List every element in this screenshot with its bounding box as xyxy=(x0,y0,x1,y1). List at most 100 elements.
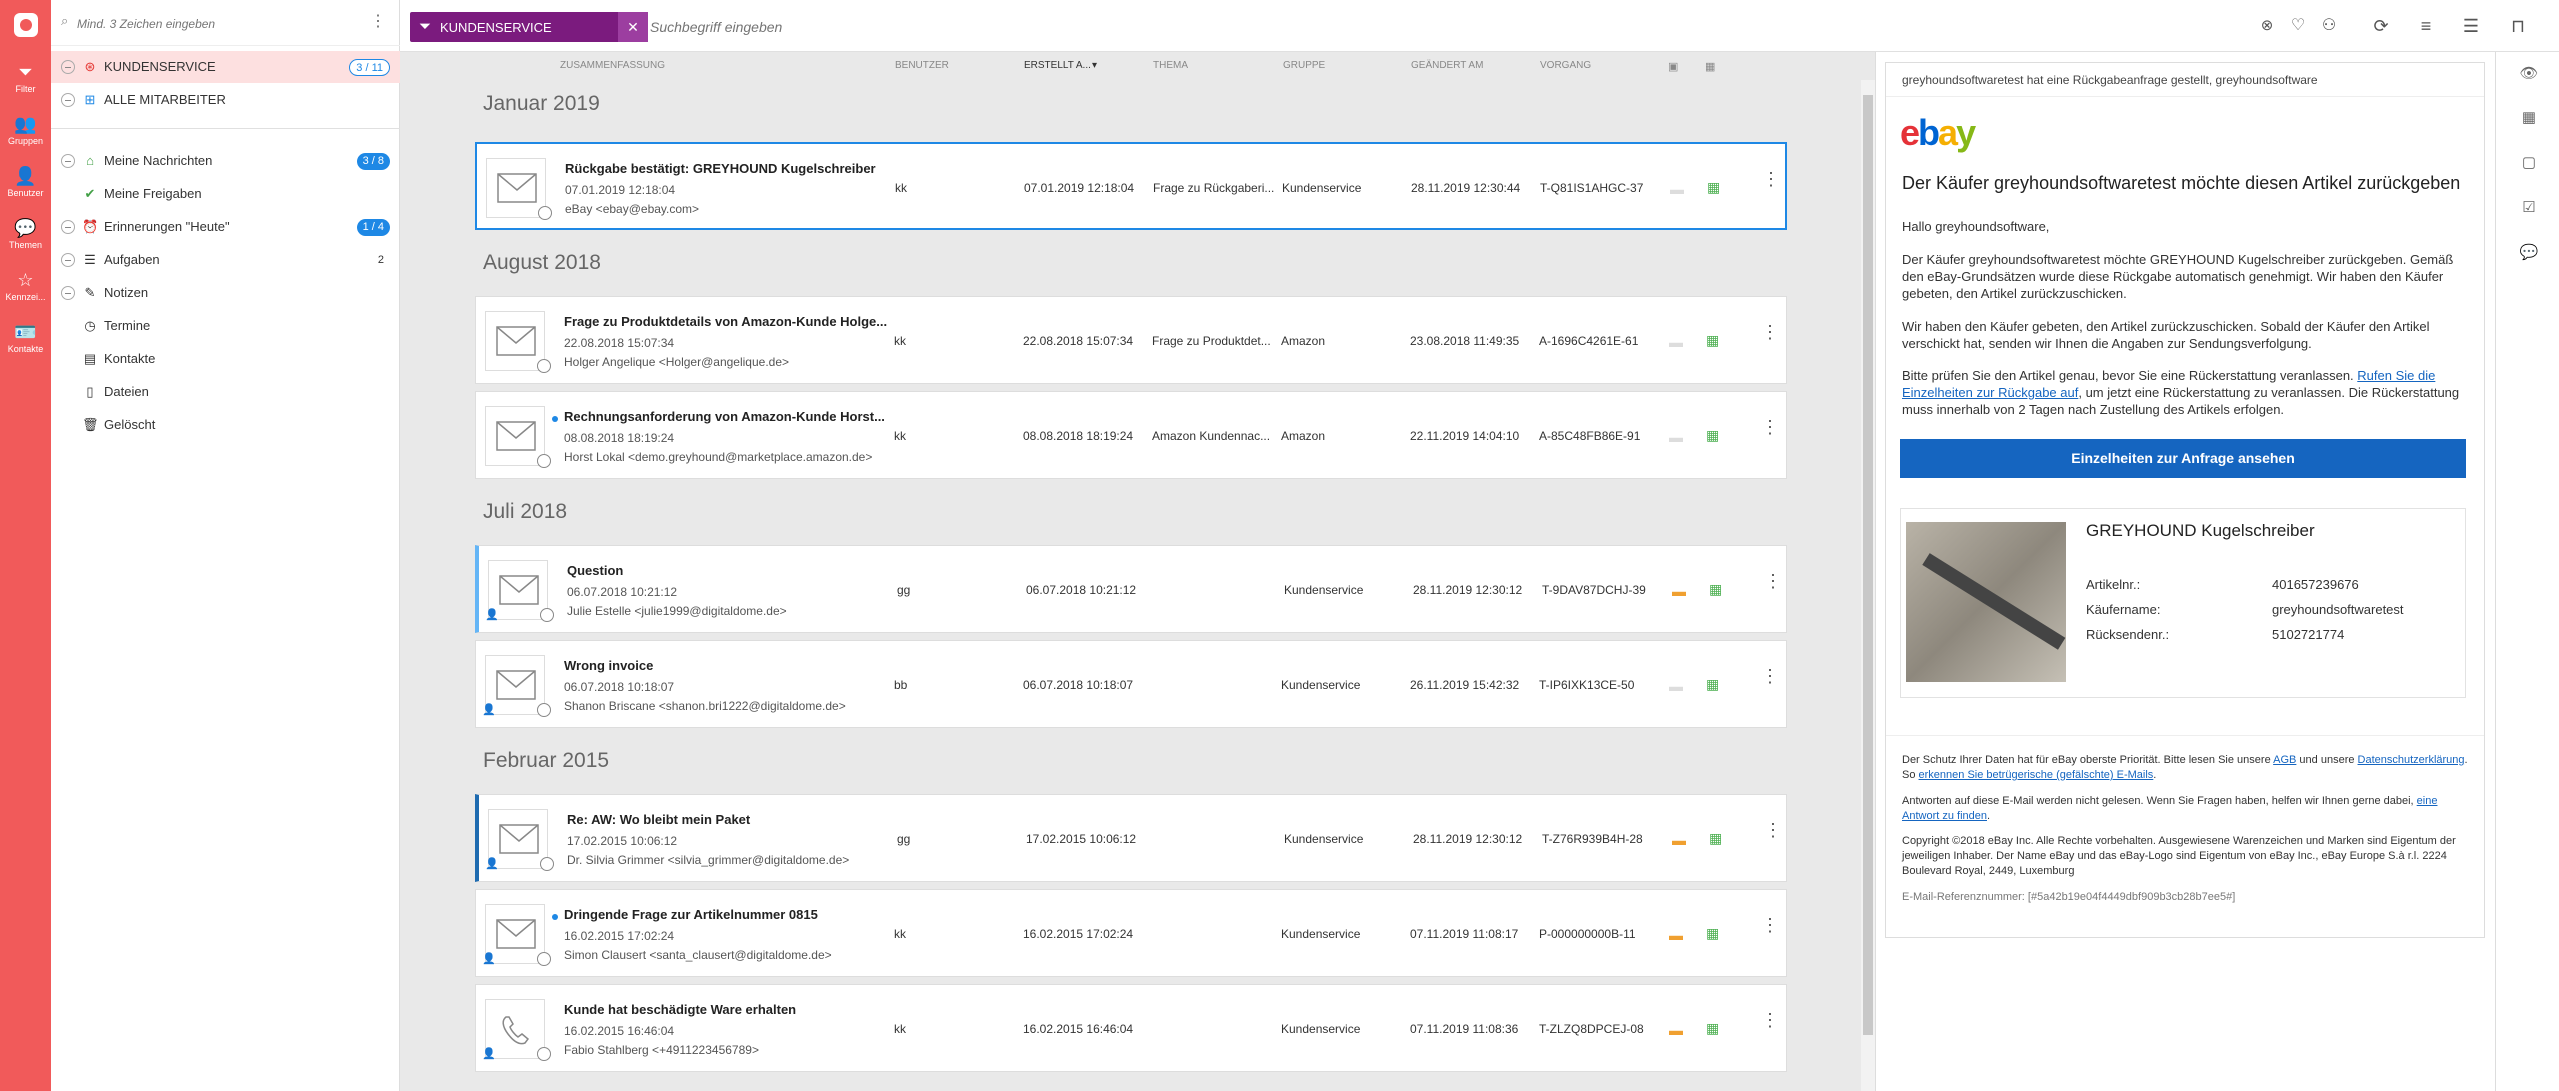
more-icon[interactable]: ⋮ xyxy=(1761,418,1779,436)
sidebar-search-input[interactable] xyxy=(77,14,357,34)
rail-topics[interactable]: 💬 Themen xyxy=(0,218,51,250)
heart-icon[interactable]: ♡ xyxy=(2285,13,2311,39)
calendar-icon[interactable]: ▦ xyxy=(1706,676,1719,693)
comment-col-icon[interactable]: ▣ xyxy=(1668,60,1678,73)
message-row[interactable]: 👤 Dringende Frage zur Artikelnummer 0815 1… xyxy=(475,889,1787,977)
status-circle-icon[interactable] xyxy=(537,952,551,966)
comment-icon[interactable]: ▢ xyxy=(2518,153,2540,175)
tasks-icon[interactable]: ☑ xyxy=(2518,198,2540,220)
status-circle-icon[interactable] xyxy=(537,1047,551,1061)
sidebar-item-nachrichten[interactable]: ⌂ Meine Nachrichten 3 / 8 xyxy=(51,145,400,177)
calendar-icon[interactable]: ▦ xyxy=(1706,427,1719,444)
comment-icon[interactable]: ▬ xyxy=(1672,832,1686,848)
comment-icon[interactable]: ▬ xyxy=(1669,1022,1683,1038)
col-group[interactable]: GRUPPE xyxy=(1283,60,1325,71)
row-created: 16.02.2015 16:46:04 xyxy=(1023,1022,1134,1036)
sidebar-item-geloescht[interactable]: 🗑 Gelöscht xyxy=(51,409,400,441)
message-row[interactable]: 👤 Question 06.07.2018 10:21:12 Julie Estell… xyxy=(475,545,1787,633)
col-created[interactable]: ERSTELLT A... xyxy=(1024,60,1091,71)
calendar-icon[interactable]: ▦ xyxy=(1706,925,1719,942)
scrollbar-thumb[interactable] xyxy=(1863,95,1873,1035)
sidebar-item-freigaben[interactable]: ✔ Meine Freigaben xyxy=(51,178,400,210)
chat-icon[interactable]: 💬 xyxy=(2518,243,2540,265)
more-icon[interactable]: ⋮ xyxy=(370,11,386,31)
more-icon[interactable]: ⋮ xyxy=(1762,170,1780,188)
comment-icon[interactable]: ▬ xyxy=(1669,334,1683,350)
menu-icon[interactable]: ☰ xyxy=(2458,13,2484,39)
status-circle-icon[interactable] xyxy=(537,359,551,373)
rail-filter[interactable]: ⏷ Filter xyxy=(0,62,51,94)
app-logo-icon[interactable] xyxy=(14,13,38,37)
sidebar-item-erinnerungen[interactable]: ⏰ Erinnerungen "Heute" 1 / 4 xyxy=(51,211,400,243)
refresh-icon[interactable]: ⟳ xyxy=(2368,13,2394,39)
more-icon[interactable]: ⋮ xyxy=(1761,916,1779,934)
phishing-link[interactable]: erkennen Sie betrügerische (gefälschte) … xyxy=(1919,769,2154,781)
col-changed[interactable]: GEÄNDERT AM xyxy=(1411,60,1483,71)
collapse-icon[interactable] xyxy=(61,286,75,300)
message-row[interactable]: Rechnungsanforderung von Amazon-Kunde Ho… xyxy=(475,391,1787,479)
more-icon[interactable]: ⋮ xyxy=(1761,667,1779,685)
more-icon[interactable]: ⋮ xyxy=(1761,323,1779,341)
status-circle-icon[interactable] xyxy=(540,857,554,871)
row-user: kk xyxy=(894,1022,906,1036)
status-circle-icon[interactable] xyxy=(538,206,552,220)
collapse-icon[interactable] xyxy=(61,154,75,168)
calendar-icon[interactable]: ▦ xyxy=(1709,830,1722,847)
sidebar-item-alle-mitarbeiter[interactable]: ⊞ ALLE MITARBEITER xyxy=(51,84,400,116)
more-icon[interactable]: ⋮ xyxy=(1761,1011,1779,1029)
sidebar-item-termine[interactable]: ◷ Termine xyxy=(51,310,400,342)
layout-icon[interactable]: ⊓ xyxy=(2505,13,2531,39)
col-topic[interactable]: THEMA xyxy=(1153,60,1188,71)
section-header: August 2018 xyxy=(483,251,601,274)
search-input[interactable] xyxy=(650,13,1250,41)
clear-search-icon[interactable]: ⊗ xyxy=(2254,13,2280,39)
collapse-icon[interactable] xyxy=(61,220,75,234)
more-icon[interactable]: ⋮ xyxy=(1764,821,1782,839)
status-circle-icon[interactable] xyxy=(537,454,551,468)
col-user[interactable]: BENUTZER xyxy=(895,60,949,71)
calendar-col-icon[interactable]: ▦ xyxy=(1705,60,1715,73)
list-scrollbar[interactable] xyxy=(1861,80,1875,1091)
calendar-icon[interactable]: ▦ xyxy=(2518,108,2540,130)
sidebar-item-notizen[interactable]: ✎ Notizen xyxy=(51,277,400,309)
col-process[interactable]: VORGANG xyxy=(1540,60,1591,71)
comment-icon[interactable]: ▬ xyxy=(1669,429,1683,445)
rail-user[interactable]: 👤 Benutzer xyxy=(0,166,51,198)
message-row[interactable]: Frage zu Produktdetails von Amazon-Kunde… xyxy=(475,296,1787,384)
calendar-icon[interactable]: ▦ xyxy=(1706,1020,1719,1037)
agb-link[interactable]: AGB xyxy=(2273,754,2296,766)
sidebar-item-aufgaben[interactable]: ☰ Aufgaben 2 xyxy=(51,244,400,276)
user-filter-icon[interactable]: ⚇ xyxy=(2316,13,2342,39)
sidebar-item-dateien[interactable]: ▯ Dateien xyxy=(51,376,400,408)
rail-contacts[interactable]: 🪪 Kontakte xyxy=(0,322,51,354)
collapse-icon[interactable] xyxy=(61,253,75,267)
view-request-button[interactable]: Einzelheiten zur Anfrage ansehen xyxy=(1900,439,2466,478)
collapse-icon[interactable] xyxy=(61,60,75,74)
status-circle-icon[interactable] xyxy=(537,703,551,717)
sort-icon[interactable]: ≡ xyxy=(2413,13,2439,39)
row-user: kk xyxy=(894,927,906,941)
calendar-icon[interactable]: ▦ xyxy=(1706,332,1719,349)
close-icon[interactable]: ✕ xyxy=(618,12,648,42)
collapse-icon[interactable] xyxy=(61,93,75,107)
comment-icon[interactable]: ▬ xyxy=(1672,583,1686,599)
status-circle-icon[interactable] xyxy=(540,608,554,622)
sidebar-item-kundenservice[interactable]: ⊛ KUNDENSERVICE 3 / 11 xyxy=(51,51,400,83)
rail-groups[interactable]: 👥 Gruppen xyxy=(0,114,51,146)
filter-chip[interactable]: ⏷ KUNDENSERVICE ✕ xyxy=(410,12,648,42)
message-row[interactable]: 👤 Kunde hat beschädigte Ware erhalten 16.0… xyxy=(475,984,1787,1072)
more-icon[interactable]: ⋮ xyxy=(1764,572,1782,590)
calendar-icon[interactable]: ▦ xyxy=(1709,581,1722,598)
calendar-icon[interactable]: ▦ xyxy=(1707,179,1720,196)
eye-icon[interactable]: 👁 xyxy=(2518,64,2540,86)
privacy-link[interactable]: Datenschutzerklärung xyxy=(2358,754,2465,766)
message-row[interactable]: Rückgabe bestätigt: GREYHOUND Kugelschre… xyxy=(475,142,1787,230)
col-summary[interactable]: ZUSAMMENFASSUNG xyxy=(560,60,665,71)
message-row[interactable]: 👤 Re: AW: Wo bleibt mein Paket 17.02.2015 … xyxy=(475,794,1787,882)
sidebar-item-kontakte[interactable]: ▤ Kontakte xyxy=(51,343,400,375)
comment-icon[interactable]: ▬ xyxy=(1669,678,1683,694)
comment-icon[interactable]: ▬ xyxy=(1670,181,1684,197)
rail-star[interactable]: ☆ Kennzei... xyxy=(0,270,51,302)
comment-icon[interactable]: ▬ xyxy=(1669,927,1683,943)
message-row[interactable]: 👤 Wrong invoice 06.07.2018 10:18:07 Shanon … xyxy=(475,640,1787,728)
